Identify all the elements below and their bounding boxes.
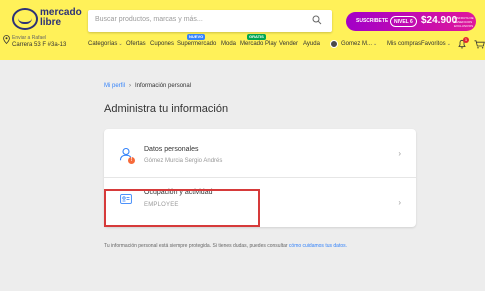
logo-text: mercado libre (40, 7, 82, 28)
nav-label: Categorías (88, 41, 118, 47)
favorites-menu[interactable]: Favoritos⌄ (421, 41, 451, 47)
nav-cupones[interactable]: Cupones (150, 41, 174, 47)
page: mercado libre Buscar productos, marcas y… (0, 0, 485, 291)
personal-data-label: Datos personales (144, 146, 199, 153)
promo-badge: NIVEL 6 (390, 16, 417, 27)
search-input[interactable]: Buscar productos, marcas y más... (88, 10, 332, 32)
notification-badge: 1 (463, 37, 469, 43)
breadcrumb: Mi perfil › Información personal (104, 83, 191, 89)
page-title: Administra tu información (104, 103, 229, 115)
header: mercado libre Buscar productos, marcas y… (0, 0, 485, 60)
location-address[interactable]: Carrera 53 F #3a-13 (12, 42, 66, 48)
chevron-right-icon: › (398, 149, 401, 158)
location-pin-icon (3, 35, 10, 44)
nav-moda[interactable]: Moda (221, 41, 236, 47)
search-placeholder: Buscar productos, marcas y más... (95, 16, 203, 23)
search-icon[interactable] (312, 15, 322, 25)
personal-data-row[interactable]: ! Datos personales Gómez Murcia Sergio A… (104, 129, 416, 178)
handshake-icon (12, 8, 38, 30)
privacy-note: Tu información personal está siempre pro… (104, 243, 347, 249)
nav-vender[interactable]: Vender (279, 41, 298, 47)
favorites-label: Favoritos (421, 41, 446, 47)
promo-price: $24.900 (421, 15, 458, 26)
chevron-down-icon: ⌄ (446, 41, 451, 47)
subscription-promo[interactable]: SUSCRIBETE NIVEL 6 $24.900 DISFRUTA DE B… (346, 12, 476, 31)
highlight-box (104, 189, 260, 227)
nav-mercado-play[interactable]: Mercado Play (240, 41, 277, 47)
nav-ofertas[interactable]: Ofertas (126, 41, 146, 47)
avatar[interactable] (330, 40, 338, 48)
promo-note: DISFRUTA DE BENEFICIOS EXCLUSIVOS (454, 16, 474, 28)
new-badge: NUEVO (187, 34, 206, 40)
nav-categorias[interactable]: Categorías⌄ (88, 41, 123, 47)
location-label[interactable]: Enviar a Rafael (12, 35, 46, 41)
breadcrumb-current: Información personal (135, 83, 192, 89)
alert-badge-icon: ! (128, 157, 135, 164)
nav-supermercado[interactable]: Supermercado (177, 41, 216, 47)
cart-icon[interactable] (474, 40, 485, 49)
user-name: Gomez M... (341, 41, 373, 47)
chevron-right-icon: › (398, 198, 401, 207)
chevron-down-icon: ⌄ (118, 41, 123, 47)
mercado-libre-logo[interactable]: mercado libre (12, 7, 82, 30)
user-menu[interactable]: Gomez M...⌄ (341, 41, 377, 47)
free-badge: GRATIS (247, 34, 266, 40)
my-purchases-link[interactable]: Mis compras (387, 41, 421, 47)
personal-data-value: Gómez Murcia Sergio Andrés (144, 158, 223, 164)
nav-ayuda[interactable]: Ayuda (303, 41, 320, 47)
privacy-text: Tu información personal está siempre pro… (104, 243, 288, 249)
breadcrumb-separator: › (129, 83, 132, 89)
chevron-down-icon: ⌄ (373, 41, 378, 47)
privacy-link[interactable]: cómo cuidamos tus datos. (289, 243, 347, 249)
breadcrumb-profile-link[interactable]: Mi perfil (104, 83, 125, 89)
promo-text: SUSCRIBETE (356, 18, 389, 24)
